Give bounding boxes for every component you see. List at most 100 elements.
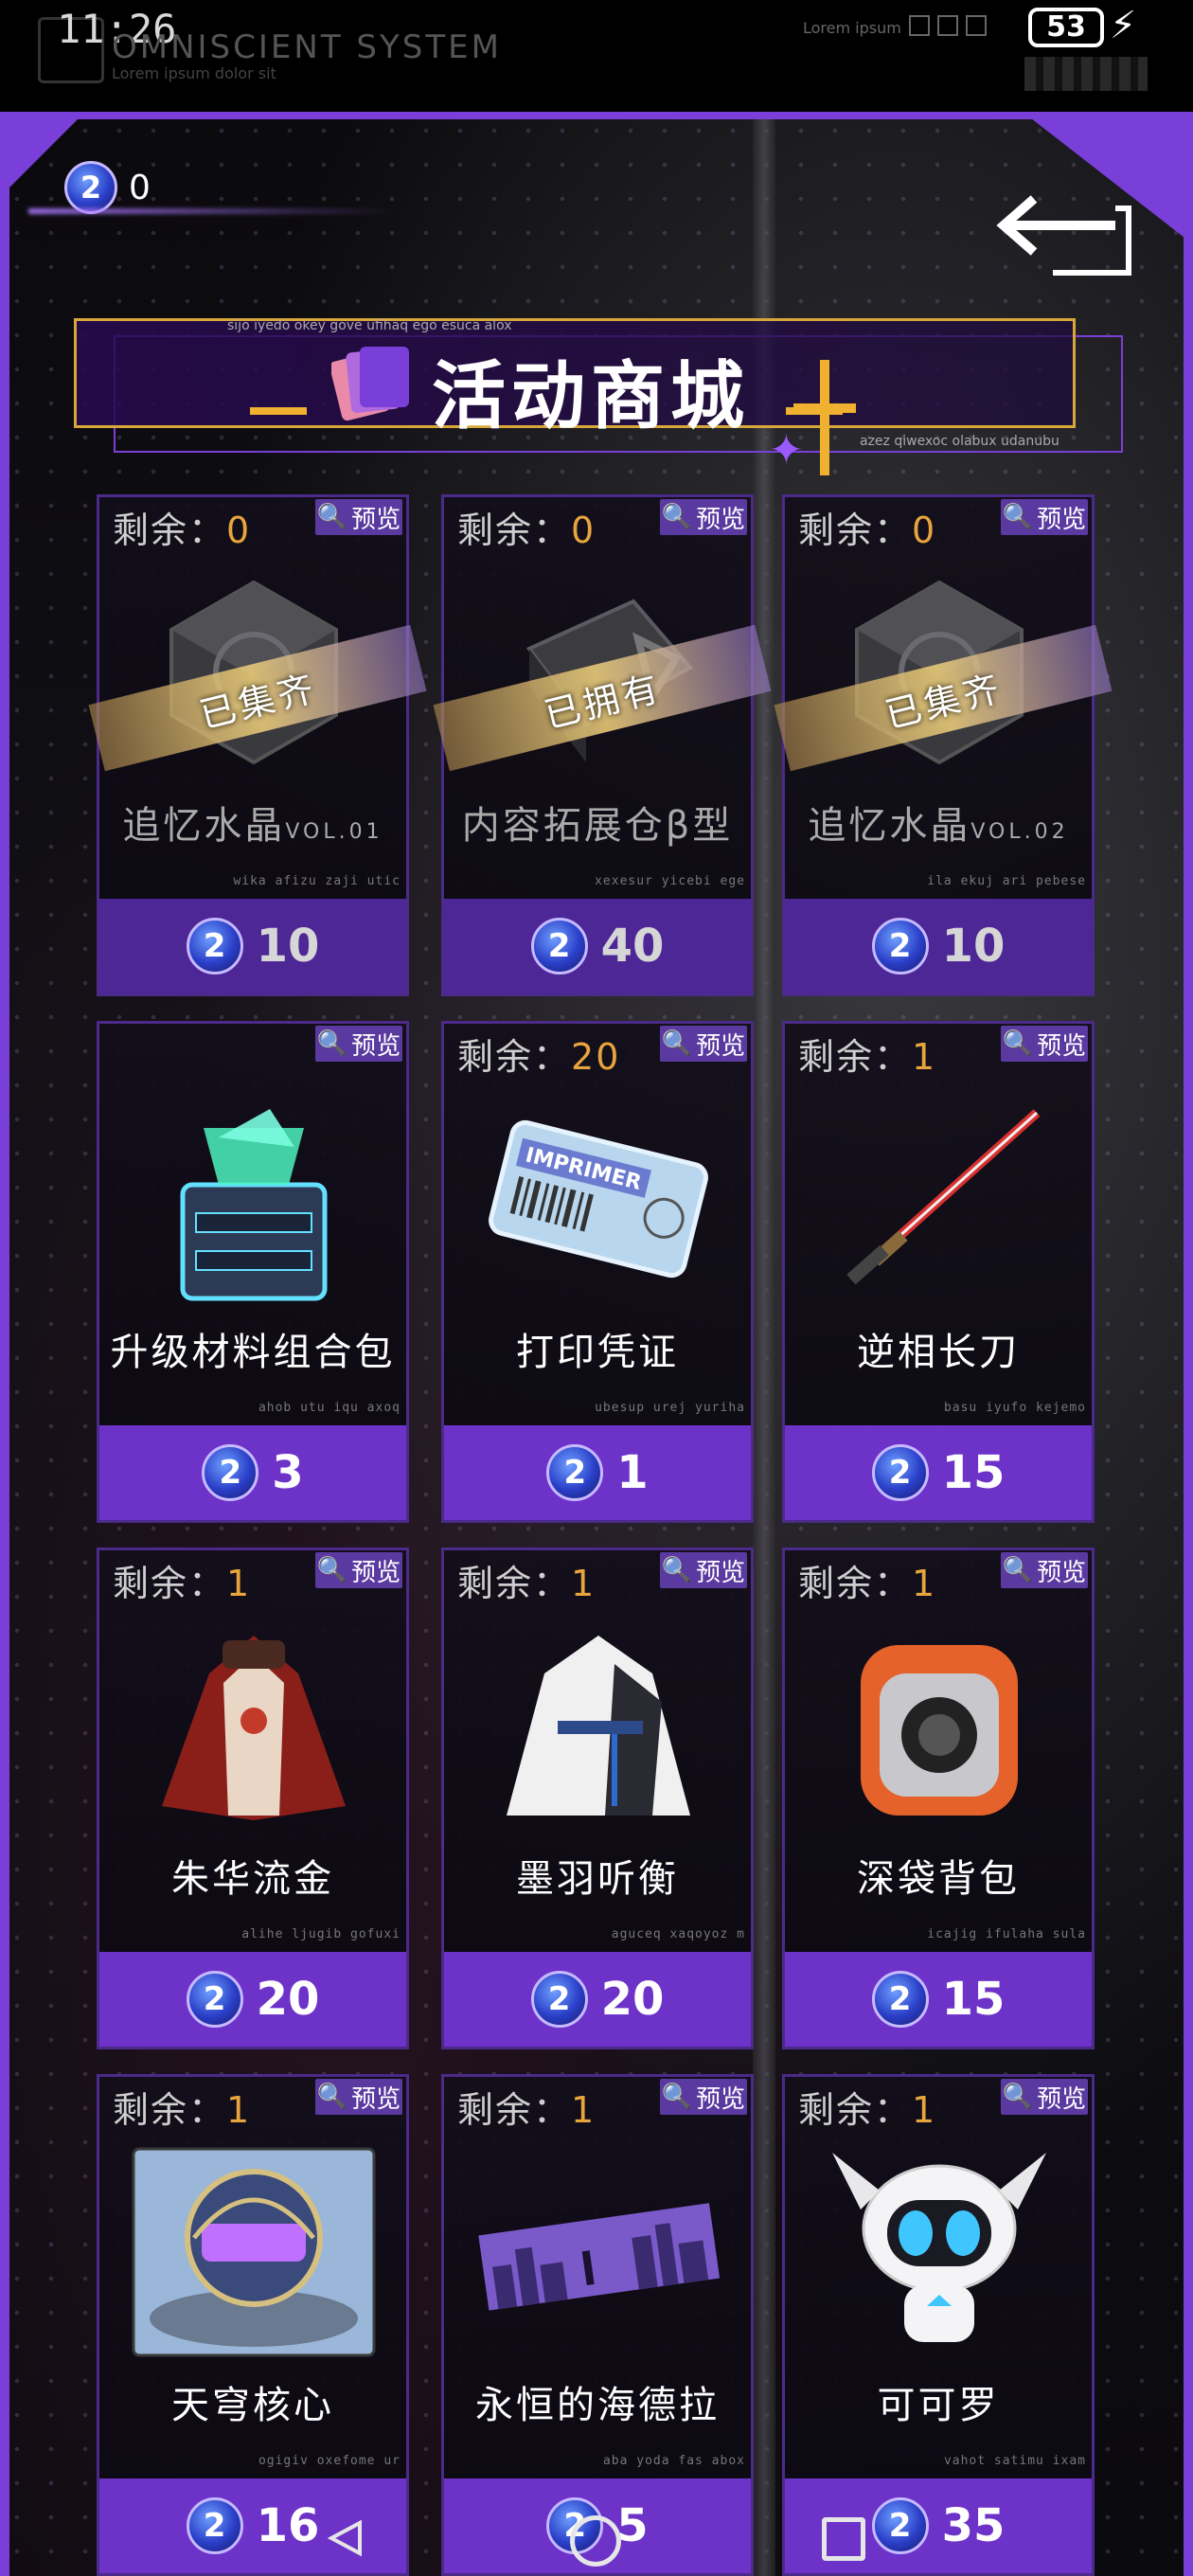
page-title: 活动商城 — [432, 354, 751, 439]
shop-item-card[interactable]: 剩余：1 🔍 预览 深袋背包 icajig ifulaha sula 2 15 — [782, 1547, 1095, 2049]
item-caption: icajig ifulaha sula — [927, 1927, 1086, 1941]
price-button[interactable]: 2 40 — [444, 899, 751, 993]
stock-remaining: 剩余：1 — [113, 1563, 252, 1604]
search-icon: 🔍 — [661, 503, 693, 531]
search-icon: 🔍 — [316, 1029, 348, 1058]
preview-button[interactable]: 🔍 预览 — [315, 499, 402, 535]
banner-bottom-caption: azez qiwexoc olabux udanubu — [860, 434, 1059, 449]
material-box-icon — [128, 1090, 380, 1308]
item-price: 3 — [272, 1446, 304, 1499]
stock-remaining: 剩余：1 — [457, 1563, 596, 1604]
search-icon: 🔍 — [316, 2083, 348, 2111]
search-icon: 🔍 — [1002, 1029, 1034, 1058]
item-price: 15 — [941, 1446, 1006, 1499]
backpack-icon — [813, 1617, 1065, 1834]
banner-decor-plus — [820, 360, 829, 475]
preview-button[interactable]: 🔍 预览 — [315, 1026, 402, 1062]
wallet-glow-line — [28, 208, 398, 214]
sky-core-icon — [128, 2143, 380, 2361]
stock-remaining: 剩余：0 — [457, 510, 596, 551]
item-price: 20 — [600, 1973, 665, 2026]
item-price: 15 — [941, 1973, 1006, 2026]
currency-coin-icon: 2 — [202, 1444, 259, 1501]
preview-button[interactable]: 🔍 预览 — [660, 1026, 747, 1062]
price-button[interactable]: 2 10 — [99, 899, 406, 993]
item-name: 内容拓展仓β型 — [461, 804, 734, 848]
search-icon: 🔍 — [661, 2083, 693, 2111]
preview-button[interactable]: 🔍 预览 — [660, 2079, 747, 2115]
item-caption: aguceq xaqoyoz m — [611, 1927, 745, 1941]
currency-coin-icon: 2 — [530, 918, 588, 975]
shop-item-card[interactable]: 剩余：0 🔍 预览 已拥有 内容拓展仓β型 xexesur yicebi ege 2 40 — [433, 494, 772, 996]
search-icon: 🔍 — [1002, 503, 1034, 531]
item-price: 10 — [941, 920, 1006, 973]
item-name: 追忆水晶VOL.02 — [808, 804, 1069, 848]
charging-icon: ⚡ — [1110, 4, 1137, 47]
price-button[interactable]: 2 15 — [785, 1952, 1092, 2047]
red-outfit-icon — [128, 1617, 380, 1834]
item-caption: vahot satimu ixam — [943, 2454, 1086, 2468]
shop-item-card[interactable]: 剩余：0 🔍 预览 已集齐 追忆水晶VOL.01 wika afizu zaji utic… — [88, 494, 427, 996]
banner-decor-plus — [793, 403, 856, 413]
status-bar: 11:26 OMNISCIENT SYSTEM Lorem ipsum dolo… — [0, 0, 1193, 112]
app-name: OMNISCIENT SYSTEM — [112, 28, 502, 66]
currency-coin-icon: 2 — [186, 1971, 243, 2028]
item-name: 永恒的海德拉 — [475, 2384, 720, 2427]
status-blurred-info — [1024, 57, 1148, 91]
shop-cards-icon — [331, 347, 409, 421]
preview-button[interactable]: 🔍 预览 — [660, 499, 747, 535]
price-button[interactable]: 2 20 — [99, 1952, 406, 2047]
stock-remaining: 剩余：0 — [798, 510, 937, 551]
currency-coin-icon: 2 — [546, 1444, 604, 1501]
search-icon: 🔍 — [316, 503, 348, 531]
preview-button[interactable]: 🔍 预览 — [660, 1552, 747, 1588]
item-caption: basu iyufo kejemo — [943, 1401, 1086, 1415]
preview-button[interactable]: 🔍 预览 — [315, 1552, 402, 1588]
price-button[interactable]: 21 — [444, 1425, 751, 1520]
item-name: 墨羽听衡 — [516, 1857, 679, 1901]
shop-item-card[interactable]: 🔍 预览 升级材料组合包 ahob utu iqu axoq 2 3 — [97, 1021, 409, 1523]
nav-recents-icon[interactable] — [822, 2517, 865, 2561]
currency-coin-icon: 2 — [871, 918, 929, 975]
search-icon: 🔍 — [1002, 1556, 1034, 1584]
price-button[interactable]: 2 20 — [444, 1952, 751, 2047]
currency-amount: 0 — [129, 168, 151, 207]
city-banner-icon — [472, 2143, 724, 2361]
search-icon: 🔍 — [1002, 2083, 1034, 2111]
back-button[interactable] — [996, 180, 1140, 284]
white-outfit-icon — [472, 1617, 724, 1834]
stock-remaining: 剩余：1 — [798, 1036, 937, 1078]
price-button[interactable]: 23 — [99, 1425, 406, 1520]
search-icon: 🔍 — [661, 1029, 693, 1058]
robot-pet-icon — [813, 2143, 1065, 2361]
stock-remaining: 剩余：1 — [113, 2089, 252, 2131]
preview-button[interactable]: 🔍 预览 — [1001, 499, 1088, 535]
background-pole — [753, 114, 775, 2576]
item-name: 逆相长刀 — [857, 1331, 1020, 1374]
shop-item-card[interactable]: 剩余：1 🔍 预览 朱华流金 alihe ljugib gofuxi 2 20 — [97, 1547, 409, 2049]
shop-item-card[interactable]: 剩余：1 🔍 预览墨羽听衡 aguceq xaqoyoz m 2 20 — [441, 1547, 754, 2049]
stock-remaining: 剩余：1 — [457, 2089, 596, 2131]
currency-coin-icon: 2 — [530, 1971, 588, 2028]
shop-item-card[interactable]: 剩余：1 🔍 预览逆相长刀 basu iyufo kejemo 2 15 — [782, 1021, 1095, 1523]
preview-button[interactable]: 🔍 预览 — [1001, 2079, 1088, 2115]
shop-item-card[interactable]: 剩余：0 🔍 预览 已集齐 追忆水晶VOL.02 ila ekuj ari pebese 2… — [774, 494, 1113, 996]
nav-back-icon[interactable] — [328, 2519, 365, 2557]
item-name: 升级材料组合包 — [110, 1331, 396, 1374]
stock-remaining: 剩余：1 — [798, 2089, 937, 2131]
shop-item-card[interactable]: 剩余：20 🔍 预览 IMPRIMER 打印凭证 ubesup urej yuriha 2 1 — [441, 1021, 754, 1523]
stock-remaining: 剩余：1 — [798, 1563, 937, 1604]
nav-home-icon[interactable] — [570, 2515, 621, 2567]
item-price: 1 — [616, 1446, 649, 1499]
price-button[interactable]: 2 15 — [785, 1425, 1092, 1520]
search-icon: 🔍 — [661, 1556, 693, 1584]
preview-button[interactable]: 🔍 预览 — [1001, 1552, 1088, 1588]
preview-button[interactable]: 🔍 预览 — [1001, 1026, 1088, 1062]
preview-button[interactable]: 🔍 预览 — [315, 2079, 402, 2115]
price-button[interactable]: 2 10 — [785, 899, 1092, 993]
item-caption: ila ekuj ari pebese — [927, 874, 1086, 888]
status-small-text: Lorem ipsum — [803, 19, 901, 37]
frame-top — [0, 112, 1193, 119]
app-subtitle: Lorem ipsum dolor sit — [112, 64, 276, 82]
long-blade-icon — [813, 1090, 1065, 1308]
